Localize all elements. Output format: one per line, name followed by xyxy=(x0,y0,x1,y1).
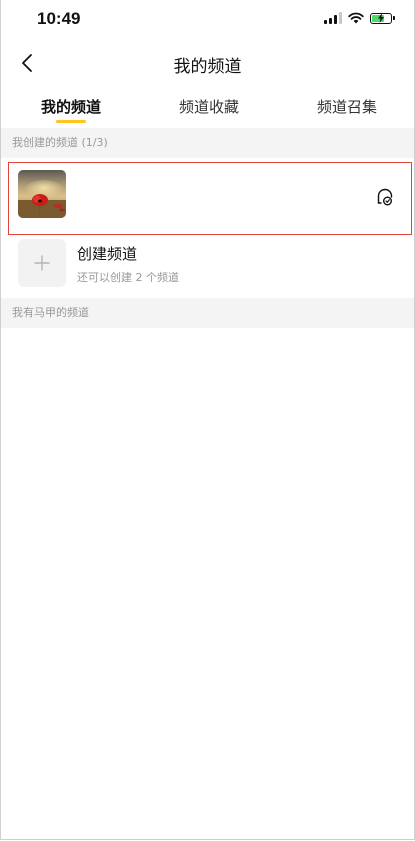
tab-my-channels[interactable]: 我的频道 xyxy=(41,96,101,117)
create-channel-button[interactable]: 创建频道 还可以创建 2 个频道 xyxy=(1,236,414,294)
channel-manage-icon[interactable] xyxy=(373,185,397,209)
status-icons xyxy=(324,12,395,24)
create-channel-subtitle: 还可以创建 2 个频道 xyxy=(77,271,179,284)
wifi-icon xyxy=(348,12,364,24)
tab-channel-recruit[interactable]: 频道召集 xyxy=(317,96,377,117)
battery-charging-icon xyxy=(370,12,395,24)
nav-bar: 我的频道 xyxy=(1,44,414,84)
section-header-vest: 我有马甲的频道 xyxy=(1,298,414,328)
app-screen: 10:49 我的频道 我的频道 频道收藏 频道召集 我创建的频道 (1/3) 创… xyxy=(0,0,415,840)
section-header-created: 我创建的频道 (1/3) xyxy=(1,128,414,158)
status-time: 10:49 xyxy=(37,9,81,28)
channel-list-item[interactable] xyxy=(8,162,412,235)
plus-icon xyxy=(18,239,66,287)
page-title: 我的频道 xyxy=(173,57,242,77)
channel-thumbnail xyxy=(18,170,66,218)
signal-icon xyxy=(324,12,342,24)
active-tab-indicator xyxy=(56,120,86,123)
tab-channel-favorites[interactable]: 频道收藏 xyxy=(179,96,239,117)
create-channel-title: 创建频道 xyxy=(77,245,138,263)
status-bar: 10:49 xyxy=(1,0,414,40)
tab-bar: 我的频道 频道收藏 频道召集 xyxy=(1,86,414,126)
